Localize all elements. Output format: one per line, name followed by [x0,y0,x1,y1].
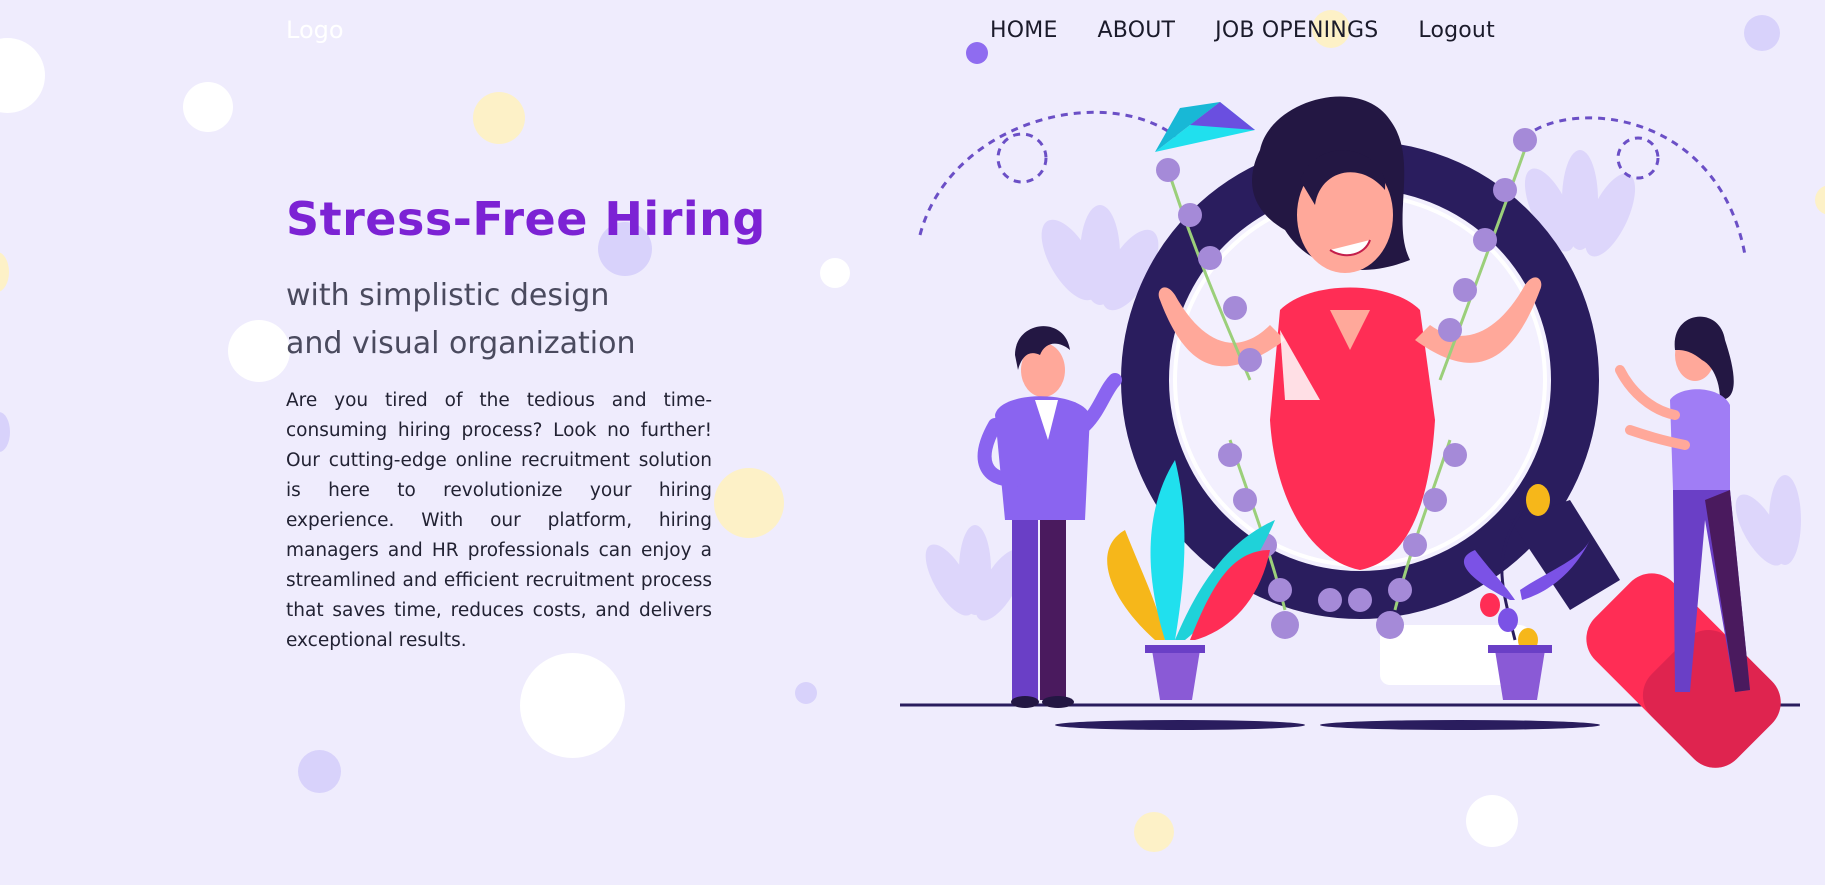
decor-bubble [1815,185,1825,215]
decor-bubble [520,653,625,758]
decor-bubble [1744,15,1780,51]
hiring-illustration [900,96,1801,768]
dashed-arc-left [918,110,1181,236]
hero-title: Stress-Free Hiring [286,192,766,246]
hero-subtitle-line-2: and visual organization [286,326,636,361]
nav-about-link[interactable]: ABOUT [1098,18,1176,43]
paper-plane-icon [1155,102,1255,152]
decor-bubble [795,682,817,704]
hero-subtitle: with simplistic design and visual organi… [286,272,726,368]
decor-bubble [0,252,9,292]
logo[interactable]: Logo [286,16,344,44]
dashed-loop-right [1616,136,1660,180]
decor-bubble [0,38,45,113]
decor-bubble [298,750,341,793]
nav-home-link[interactable]: HOME [990,18,1058,43]
decor-bubble [0,412,10,452]
hero-section: Stress-Free Hiring with simplistic desig… [286,192,766,656]
decor-bubble [183,82,233,132]
nav-job-openings-link[interactable]: JOB OPENINGS [1215,18,1378,43]
ground-shadow [1055,720,1305,730]
decor-bubble [228,320,290,382]
decor-bubble [820,258,850,288]
hero-description: Are you tired of the tedious and time-co… [286,390,712,651]
ground-shadow [1320,720,1600,730]
dashed-loop-left [996,132,1048,184]
decor-bubble [473,92,525,144]
hero-subtitle-line-1: with simplistic design [286,278,610,313]
main-nav: HOME ABOUT JOB OPENINGS Logout [990,18,1495,43]
decor-bubble [966,42,988,64]
nav-logout-link[interactable]: Logout [1418,18,1495,43]
man-figure-icon [977,326,1122,708]
